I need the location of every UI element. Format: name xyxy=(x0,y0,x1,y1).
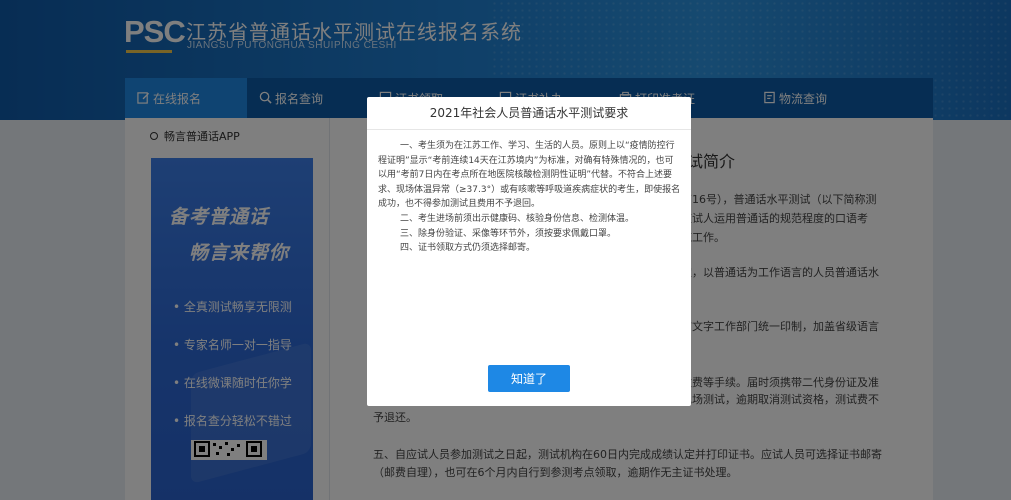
dialog-title: 2021年社会人员普通话水平测试要求 xyxy=(367,97,691,130)
acknowledge-button[interactable]: 知道了 xyxy=(488,365,570,392)
requirements-dialog: 2021年社会人员普通话水平测试要求 一、考生须为在江苏工作、学习、生活的人员。… xyxy=(367,97,691,406)
requirement-paragraph: 一、考生须为在江苏工作、学习、生活的人员。原则上以“疫情防控行程证明”显示“考前… xyxy=(378,141,681,210)
requirement-paragraph: 四、证书领取方式仍须选择邮寄。 xyxy=(400,243,536,254)
requirement-paragraph: 二、考生进场前须出示健康码、核验身份信息、检测体温。 xyxy=(400,213,635,224)
dialog-body: 一、考生须为在江苏工作、学习、生活的人员。原则上以“疫情防控行程证明”显示“考前… xyxy=(378,139,682,256)
requirement-paragraph: 三、除身份验证、采像等环节外，须按要求佩戴口罩。 xyxy=(400,228,617,239)
